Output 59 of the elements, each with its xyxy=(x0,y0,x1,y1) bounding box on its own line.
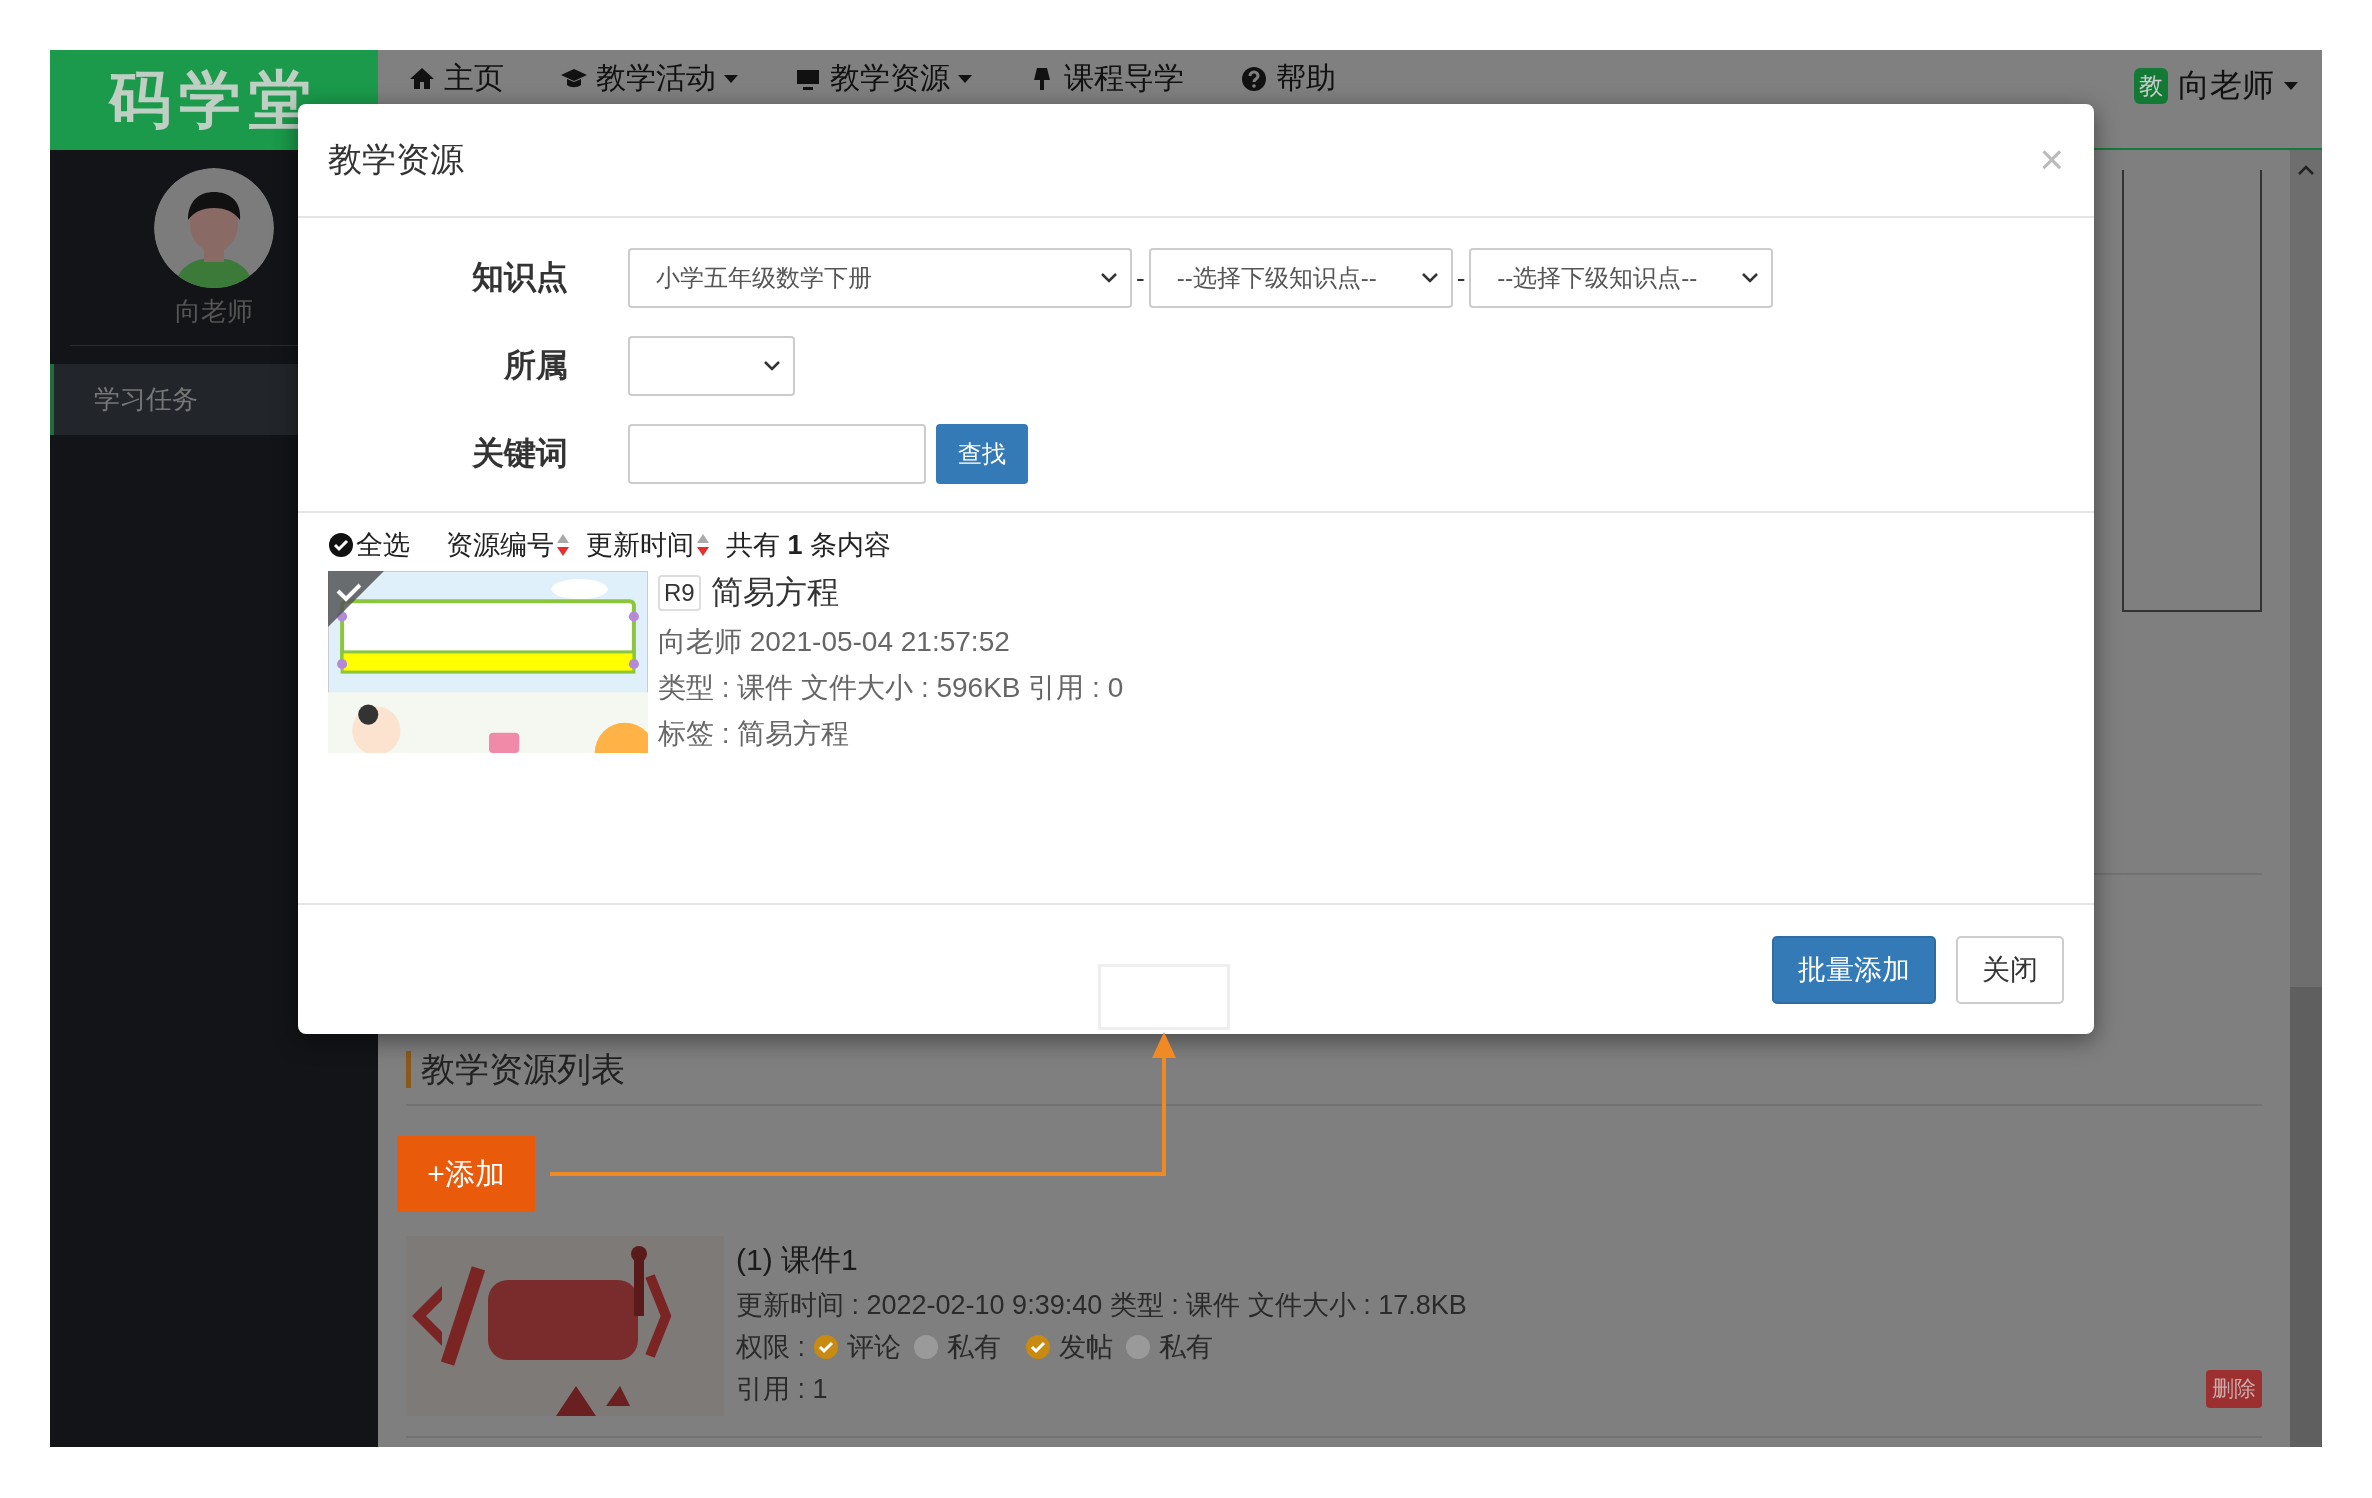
search-button[interactable]: 查找 xyxy=(936,424,1028,484)
resource-title[interactable]: (1) 课件1 xyxy=(736,1240,1467,1282)
resource-code: R9 xyxy=(658,575,701,611)
reference-count: 引用 : 1 xyxy=(736,1373,829,1407)
permission-label: 权限 : xyxy=(736,1331,805,1365)
caret-icon xyxy=(958,74,972,83)
result-count: 共有 1 条内容 xyxy=(726,529,892,562)
chevron-down-icon xyxy=(763,360,781,372)
user-menu[interactable]: 教 向老师 xyxy=(2134,64,2298,108)
sort-label[interactable]: 资源编号 xyxy=(446,527,554,563)
add-button[interactable]: +添加 xyxy=(397,1136,535,1213)
separator: - xyxy=(1456,262,1466,294)
delete-button[interactable]: 删除 xyxy=(2206,1370,2262,1409)
permission-option: 发帖 xyxy=(1059,1329,1113,1366)
resource-tags: 标签 : 简易方程 xyxy=(658,715,1124,753)
nav-link[interactable]: 帮助 xyxy=(1240,58,1336,99)
role-badge: 教 xyxy=(2134,68,2168,104)
resource-meta: 更新时间 : 2022-02-10 9:39:40 类型 : 课件 文件大小 : 17.8KB xyxy=(736,1289,1467,1323)
filter-label: 关键词 xyxy=(471,434,568,473)
dropdown[interactable] xyxy=(628,336,795,396)
nav-label: 教学资源 xyxy=(830,60,950,96)
help-icon xyxy=(1240,64,1268,93)
resource-title: 简易方程 xyxy=(710,573,839,612)
select-all-label[interactable]: 全选 xyxy=(356,527,410,563)
nav-label: 主页 xyxy=(444,60,504,96)
separator: - xyxy=(1136,262,1145,294)
nav-link[interactable]: 教学资源 xyxy=(794,58,972,99)
nav-label: 课程导学 xyxy=(1064,60,1184,96)
sort-label[interactable]: 更新时间 xyxy=(586,527,694,563)
keyword-field[interactable] xyxy=(628,424,926,484)
caret-icon xyxy=(724,74,738,83)
nav-label: 教学活动 xyxy=(596,60,716,96)
permission-option: 评论 xyxy=(847,1329,901,1366)
sort-icon[interactable] xyxy=(556,532,570,558)
scroll-up-icon[interactable] xyxy=(2297,164,2315,176)
nav-link[interactable]: 主页 xyxy=(408,58,504,99)
scrollbar[interactable] xyxy=(2290,150,2322,1447)
batch-add-button[interactable]: 批量添加 xyxy=(1772,935,1936,1004)
sort-icon[interactable] xyxy=(696,532,710,558)
chevron-down-icon xyxy=(1100,272,1118,284)
chevron-down-icon xyxy=(1420,272,1439,284)
caret-icon xyxy=(2284,82,2298,90)
user-name: 向老师 xyxy=(2178,66,2274,105)
scrollbar-thumb[interactable] xyxy=(2290,987,2322,1447)
close-dialog-button[interactable]: 关闭 xyxy=(1956,935,2064,1004)
permission-option: 私有 xyxy=(1159,1329,1213,1366)
filter-label: 知识点 xyxy=(471,258,568,297)
dropdown[interactable]: --选择下级知识点-- xyxy=(1148,248,1453,308)
chevron-down-icon xyxy=(1741,272,1760,284)
author-time: 向老师 2021-05-04 21:57:52 xyxy=(658,625,1011,659)
dropdown[interactable]: 小学五年级数学下册 xyxy=(628,248,1132,308)
permission-option: 私有 xyxy=(947,1329,1001,1366)
sidebar-user-name: 向老师 xyxy=(175,295,253,328)
nav-link[interactable]: 课程导学 xyxy=(1028,58,1184,99)
nav-link[interactable]: 教学活动 xyxy=(560,58,738,99)
nav-label: 帮助 xyxy=(1276,60,1336,96)
filter-label: 所属 xyxy=(503,346,568,385)
resource-details: 类型 : 课件 文件大小 : 596KB 引用 : 0 xyxy=(658,671,1124,705)
dropdown[interactable]: --选择下级知识点-- xyxy=(1469,248,1774,308)
